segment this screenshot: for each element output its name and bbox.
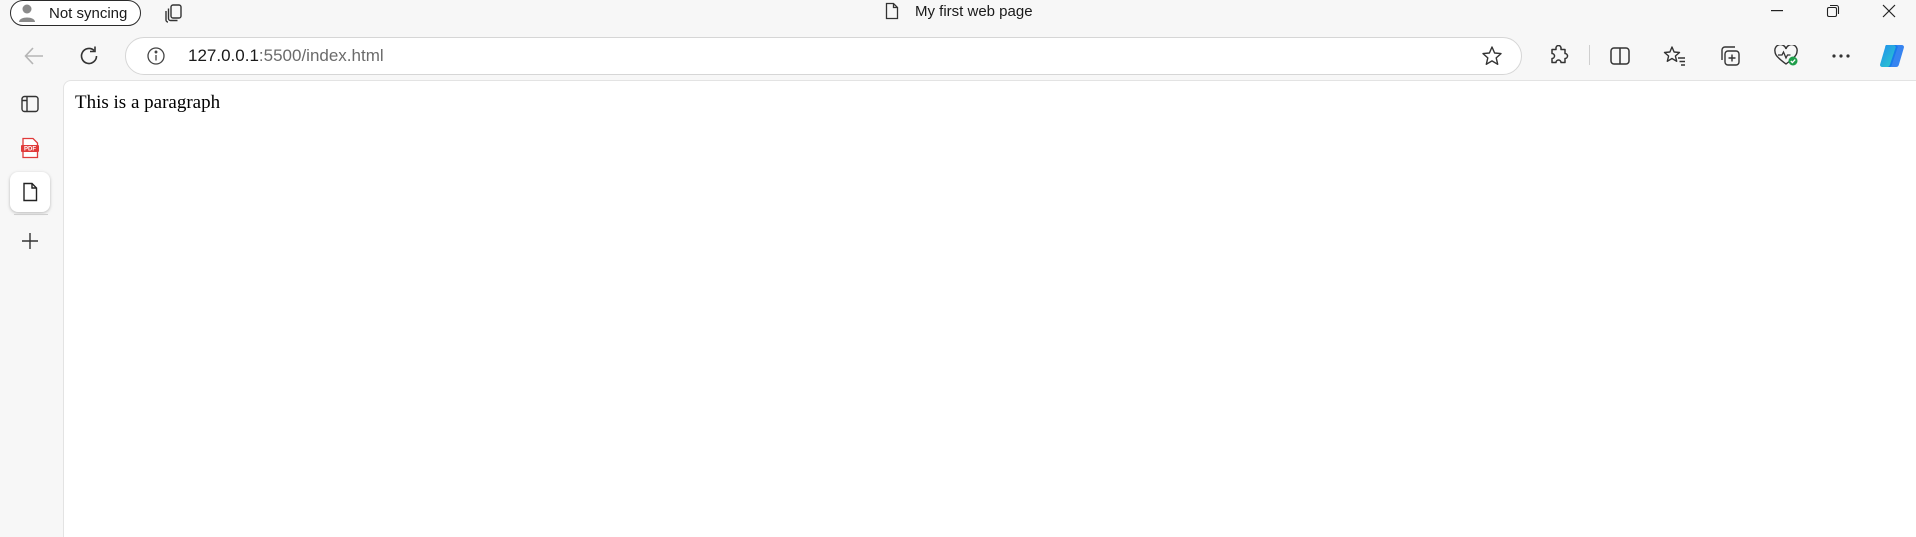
close-button[interactable] bbox=[1866, 0, 1912, 22]
extensions-button[interactable] bbox=[1543, 40, 1575, 72]
url-path: :5500/index.html bbox=[258, 46, 384, 65]
page-paragraph: This is a paragraph bbox=[75, 92, 221, 113]
refresh-button[interactable] bbox=[73, 40, 105, 72]
url-text[interactable]: 127.0.0.1:5500/index.html bbox=[188, 46, 384, 66]
web-content: This is a paragraph bbox=[63, 80, 1916, 537]
copilot-button[interactable] bbox=[1876, 40, 1908, 72]
site-info-icon[interactable] bbox=[146, 46, 166, 66]
window-title-text: My first web page bbox=[915, 2, 1033, 20]
title-bar: Not syncing My first web page bbox=[0, 0, 1916, 28]
new-tab-button[interactable] bbox=[10, 221, 50, 261]
favorite-star-icon[interactable] bbox=[1481, 45, 1503, 67]
window-title: My first web page bbox=[885, 0, 1033, 22]
address-bar[interactable]: 127.0.0.1:5500/index.html bbox=[125, 37, 1522, 75]
svg-text:PDF: PDF bbox=[24, 147, 36, 153]
vertical-tabs-sidebar: PDF bbox=[0, 80, 63, 537]
vertical-tabs-toggle[interactable] bbox=[10, 84, 50, 124]
favorites-button[interactable] bbox=[1659, 40, 1691, 72]
more-button[interactable] bbox=[1825, 40, 1857, 72]
profile-icon bbox=[17, 3, 37, 23]
toolbar-divider bbox=[1589, 45, 1590, 65]
split-screen-button[interactable] bbox=[1604, 40, 1636, 72]
url-host: 127.0.0.1 bbox=[188, 46, 259, 65]
minimize-button[interactable] bbox=[1754, 0, 1800, 22]
sidebar-divider bbox=[14, 214, 48, 215]
profile-label: Not syncing bbox=[49, 4, 128, 22]
collections-button[interactable] bbox=[1714, 40, 1746, 72]
profile-button[interactable]: Not syncing bbox=[10, 0, 141, 26]
browser-essentials-button[interactable] bbox=[1770, 40, 1802, 72]
restore-button[interactable] bbox=[1810, 0, 1856, 22]
back-button[interactable] bbox=[18, 40, 50, 72]
workspaces-icon[interactable] bbox=[162, 1, 186, 25]
page-tab[interactable] bbox=[10, 172, 50, 212]
document-icon bbox=[885, 2, 899, 20]
pdf-tab[interactable]: PDF bbox=[10, 128, 50, 168]
